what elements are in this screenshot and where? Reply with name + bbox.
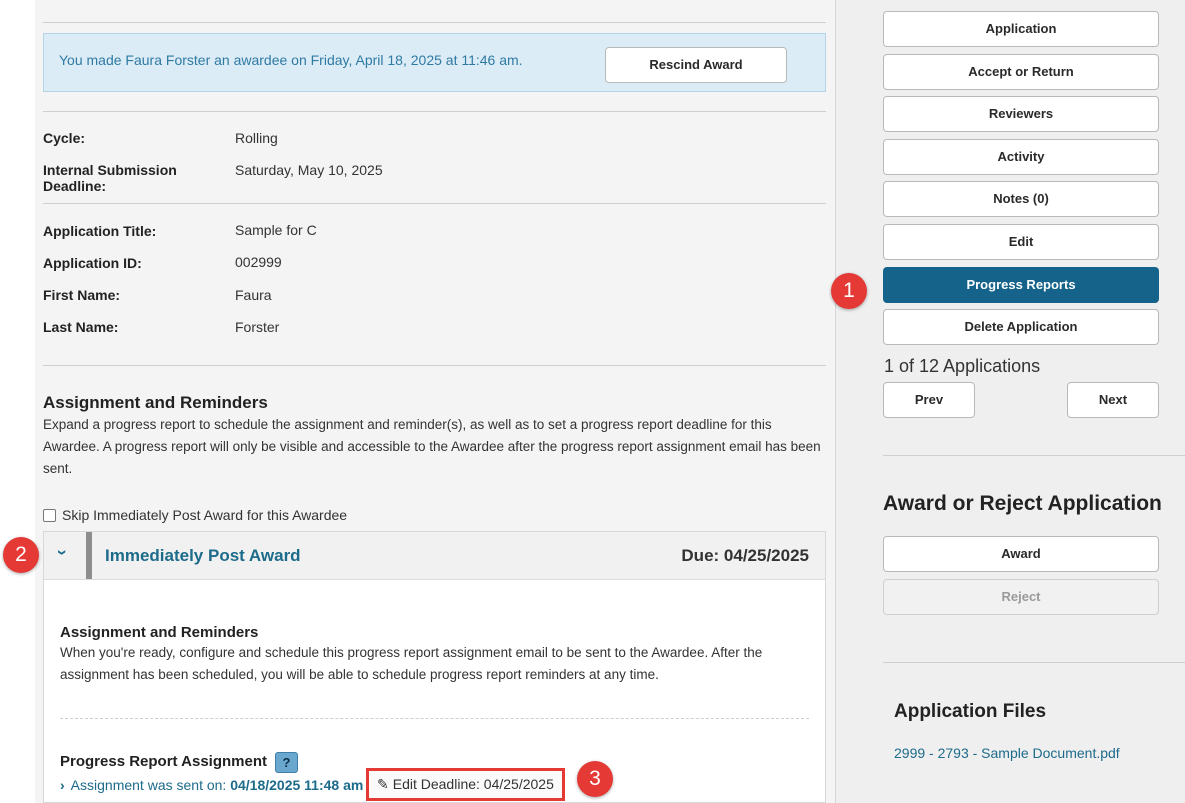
edit-deadline-label: Edit Deadline: 04/25/2025 bbox=[392, 776, 554, 792]
app-title-label: Application Title: bbox=[43, 223, 157, 239]
sidebar-divider-1 bbox=[883, 455, 1185, 456]
divider-after-cycle bbox=[43, 203, 826, 204]
chevron-down-icon[interactable]: › bbox=[52, 550, 73, 556]
assignment-description: Expand a progress report to schedule the… bbox=[43, 417, 821, 476]
file-link[interactable]: 2999 - 2793 - Sample Document.pdf bbox=[894, 745, 1120, 761]
sent-date: 04/18/2025 11:48 am bbox=[230, 777, 364, 793]
prev-button[interactable]: Prev bbox=[883, 382, 975, 418]
application-button[interactable]: Application bbox=[883, 11, 1159, 47]
help-icon[interactable]: ? bbox=[275, 752, 298, 773]
pencil-icon: ✎ bbox=[377, 776, 389, 792]
divider-top bbox=[43, 22, 826, 23]
activity-button[interactable]: Activity bbox=[883, 139, 1159, 175]
skip-award-checkbox[interactable] bbox=[43, 509, 56, 522]
award-button[interactable]: Award bbox=[883, 536, 1159, 572]
cycle-label: Cycle: bbox=[43, 130, 86, 146]
notes-button[interactable]: Notes (0) bbox=[883, 181, 1159, 217]
annotation-marker-2: 2 bbox=[3, 537, 39, 573]
cycle-value: Rolling bbox=[235, 130, 278, 146]
reject-button[interactable]: Reject bbox=[883, 579, 1159, 615]
first-name-value: Faura bbox=[235, 287, 272, 303]
skip-award-row[interactable]: Skip Immediately Post Award for this Awa… bbox=[43, 507, 347, 523]
deadline-label: Internal Submission Deadline: bbox=[43, 162, 177, 194]
application-count: 1 of 12 Applications bbox=[884, 356, 1041, 376]
last-name-value: Forster bbox=[235, 319, 280, 335]
panel-inner-heading: Assignment and Reminders bbox=[60, 624, 259, 641]
progress-report-panel: › Immediately Post Award Due: 04/25/2025… bbox=[43, 531, 826, 803]
report-assignment-heading: Progress Report Assignment bbox=[60, 753, 267, 770]
divider-after-banner bbox=[43, 111, 826, 112]
app-id-label: Application ID: bbox=[43, 255, 142, 271]
assignment-heading: Assignment and Reminders bbox=[43, 393, 268, 412]
deadline-value: Saturday, May 10, 2025 bbox=[235, 162, 383, 178]
application-files-heading: Application Files bbox=[894, 701, 1047, 722]
delete-application-button[interactable]: Delete Application bbox=[883, 309, 1159, 345]
app-id-value: 002999 bbox=[235, 254, 282, 270]
sidebar-divider-2 bbox=[883, 662, 1185, 663]
edit-deadline-button[interactable]: ✎ Edit Deadline: 04/25/2025 bbox=[366, 768, 565, 801]
next-button[interactable]: Next bbox=[1067, 382, 1159, 418]
panel-inner-text: When you're ready, configure and schedul… bbox=[60, 645, 763, 682]
annotation-marker-3: 3 bbox=[577, 761, 613, 797]
panel-title[interactable]: Immediately Post Award bbox=[105, 546, 301, 566]
award-section-heading: Award or Reject Application bbox=[883, 492, 1162, 515]
first-name-label: First Name: bbox=[43, 287, 121, 303]
last-name-label: Last Name: bbox=[43, 319, 119, 335]
panel-header[interactable]: › Immediately Post Award Due: 04/25/2025 bbox=[44, 532, 825, 580]
app-title-value: Sample for C bbox=[235, 222, 317, 238]
sent-label: Assignment was sent on: bbox=[70, 777, 227, 793]
divider-after-applicant bbox=[43, 365, 826, 366]
panel-toggle[interactable]: › bbox=[44, 532, 86, 579]
assignment-sent-line[interactable]: › Assignment was sent on: 04/18/2025 11:4… bbox=[60, 777, 363, 793]
reviewers-button[interactable]: Reviewers bbox=[883, 96, 1159, 132]
progress-reports-button[interactable]: Progress Reports bbox=[883, 267, 1159, 303]
skip-award-label: Skip Immediately Post Award for this Awa… bbox=[62, 507, 348, 523]
rescind-award-button[interactable]: Rescind Award bbox=[605, 47, 787, 83]
award-message: You made Faura Forster an awardee on Fri… bbox=[59, 52, 523, 68]
accept-or-return-button[interactable]: Accept or Return bbox=[883, 54, 1159, 90]
panel-accent-bar bbox=[86, 532, 92, 579]
left-gutter bbox=[0, 0, 35, 803]
panel-divider bbox=[60, 718, 809, 719]
award-banner: You made Faura Forster an awardee on Fri… bbox=[43, 33, 826, 92]
annotation-marker-1: 1 bbox=[831, 273, 867, 309]
panel-due-date: Due: 04/25/2025 bbox=[681, 546, 809, 565]
chevron-right-icon[interactable]: › bbox=[60, 777, 65, 793]
edit-button[interactable]: Edit bbox=[883, 224, 1159, 260]
